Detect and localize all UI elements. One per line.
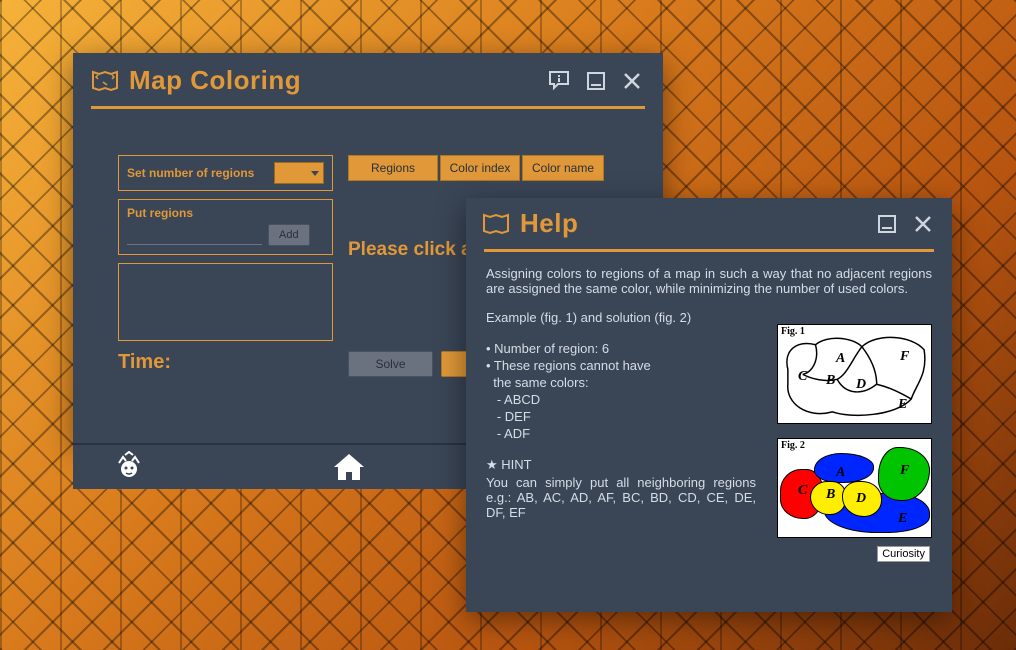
regions-list-box [118,263,333,341]
fig1-region-d: D [856,377,866,393]
main-title: Map Coloring [129,65,301,96]
fig2-region-e: E [898,511,907,527]
fig1-region-c: C [798,369,807,385]
curiosity-button[interactable]: Curiosity [877,546,930,562]
help-title: Help [520,208,578,239]
help-group-1: - ABCD [486,392,756,407]
put-regions-field: Put regions Add [118,199,333,255]
help-logo-icon [482,213,510,235]
fig1-region-f: F [900,349,909,365]
help-bullet-2: • These regions cannot have [486,358,756,373]
set-regions-field: Set number of regions [118,155,333,191]
figure-1: Fig. 1 A B C D E F [777,324,932,424]
help-window: Help Assigning colors to regions of a ma… [466,198,952,612]
tab-color-name[interactable]: Color name [522,155,604,181]
main-titlebar: Map Coloring [73,53,663,100]
add-button[interactable]: Add [268,224,310,246]
help-close-icon[interactable] [910,211,936,237]
fig1-region-b: B [826,373,835,389]
chevron-down-icon [311,171,319,176]
main-divider [91,106,645,109]
fig2-region-f: F [900,463,909,479]
home-icon[interactable] [329,447,369,487]
fig1-region-e: E [898,397,907,413]
solve-button[interactable]: Solve [348,351,433,377]
help-hint-text: You can simply put all neighboring regio… [486,475,756,520]
help-body: Assigning colors to regions of a map in … [466,252,952,592]
fig2-region-c: C [798,483,807,499]
fig2-region-d: D [856,491,866,507]
help-group-3: - ADF [486,426,756,441]
tab-regions[interactable]: Regions [348,155,438,181]
set-regions-label: Set number of regions [127,166,268,180]
help-example-line: Example (fig. 1) and solution (fig. 2) [486,310,756,325]
help-bullet-1: • Number of region: 6 [486,341,756,356]
fig1-label: Fig. 1 [781,326,805,337]
put-regions-label: Put regions [127,206,324,220]
regions-count-dropdown[interactable] [274,162,324,184]
help-hint-label: ★ HINT [486,457,756,473]
help-intro: Assigning colors to regions of a map in … [486,266,932,296]
fig2-label: Fig. 2 [781,440,805,451]
left-controls: Set number of regions Put regions Add Ti… [118,155,333,374]
put-regions-input[interactable] [127,225,262,245]
help-bullet-2b: the same colors: [486,375,756,390]
tab-color-index[interactable]: Color index [440,155,520,181]
help-group-2: - DEF [486,409,756,424]
figure-2: Fig. 2 A B C D E F [777,438,932,538]
app-logo-icon [91,70,119,92]
fig1-region-a: A [836,351,845,367]
mascot-icon[interactable] [109,447,149,487]
fig2-region-a: A [836,465,845,481]
fig2-region-b: B [826,487,835,503]
help-titlebar: Help [466,198,952,243]
close-icon[interactable] [619,68,645,94]
help-minimize-icon[interactable] [874,211,900,237]
info-icon[interactable] [547,68,573,94]
result-tabs: Regions Color index Color name [348,155,648,181]
time-label: Time: [118,351,333,374]
minimize-icon[interactable] [583,68,609,94]
